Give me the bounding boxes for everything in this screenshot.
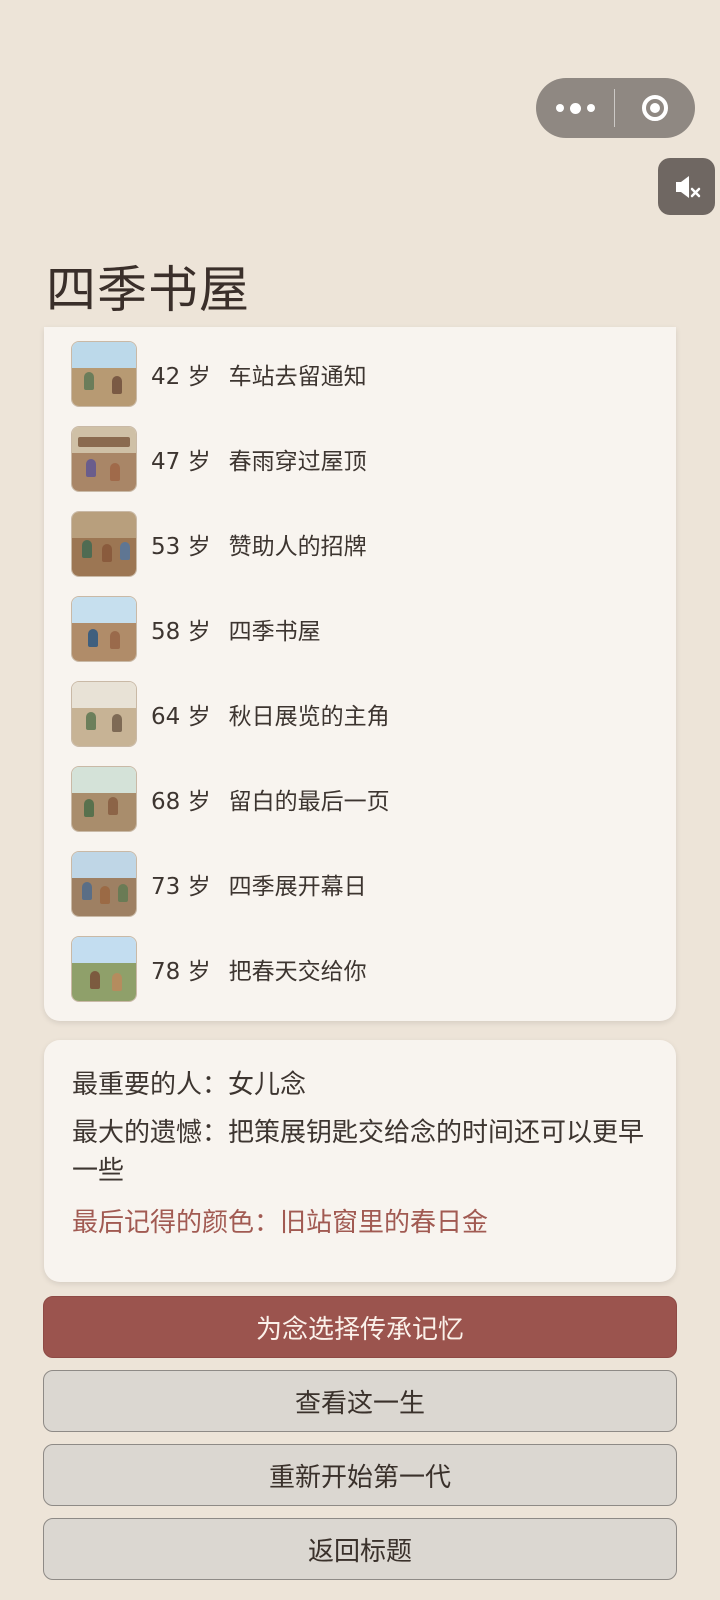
life-summary-card: 最重要的人：女儿念 最大的遗憾：把策展钥匙交给念的时间还可以更早一些 最后记得的… bbox=[44, 1040, 676, 1282]
timeline-item[interactable]: 73 岁四季展开幕日 bbox=[44, 841, 676, 926]
memory-thumbnail bbox=[71, 510, 137, 577]
memory-thumbnail bbox=[71, 595, 137, 662]
target-circle-icon[interactable] bbox=[615, 78, 695, 138]
age-unit: 岁 bbox=[187, 958, 211, 985]
event-title: 秋日展览的主角 bbox=[228, 703, 390, 730]
view-life-button[interactable]: 查看这一生 bbox=[43, 1370, 677, 1432]
restart-generation-button[interactable]: 重新开始第一代 bbox=[43, 1444, 677, 1506]
age-value: 58 bbox=[151, 618, 181, 645]
age-unit: 岁 bbox=[187, 788, 211, 815]
age-value: 78 bbox=[151, 958, 181, 985]
age-value: 64 bbox=[151, 703, 181, 730]
more-dots-icon[interactable] bbox=[536, 78, 614, 138]
event-title: 四季书屋 bbox=[228, 618, 321, 645]
age-unit: 岁 bbox=[187, 873, 211, 900]
age-value: 42 bbox=[151, 363, 181, 390]
memory-thumbnail bbox=[71, 340, 137, 407]
event-title: 赞助人的招牌 bbox=[228, 533, 367, 560]
speaker-muted-icon[interactable] bbox=[658, 158, 715, 215]
age-unit: 岁 bbox=[187, 448, 211, 475]
event-title: 四季展开幕日 bbox=[228, 873, 367, 900]
timeline-item[interactable]: 64 岁秋日展览的主角 bbox=[44, 671, 676, 756]
timeline-item[interactable]: 42 岁车站去留通知 bbox=[44, 331, 676, 416]
memory-thumbnail bbox=[71, 425, 137, 492]
timeline-item[interactable]: 58 岁四季书屋 bbox=[44, 586, 676, 671]
age-unit: 岁 bbox=[187, 703, 211, 730]
life-timeline: 42 岁车站去留通知 47 岁春雨穿过屋顶 53 岁赞助人的招牌 58 岁四季书… bbox=[44, 327, 676, 1021]
event-title: 车站去留通知 bbox=[228, 363, 367, 390]
timeline-item[interactable]: 68 岁留白的最后一页 bbox=[44, 756, 676, 841]
timeline-item[interactable]: 47 岁春雨穿过屋顶 bbox=[44, 416, 676, 501]
age-unit: 岁 bbox=[187, 363, 211, 390]
page-title: 四季书屋 bbox=[46, 261, 250, 319]
age-value: 47 bbox=[151, 448, 181, 475]
event-title: 把春天交给你 bbox=[228, 958, 367, 985]
memory-thumbnail bbox=[71, 680, 137, 747]
timeline-item[interactable]: 53 岁赞助人的招牌 bbox=[44, 501, 676, 586]
memory-thumbnail bbox=[71, 850, 137, 917]
age-value: 73 bbox=[151, 873, 181, 900]
important-person: 最重要的人：女儿念 bbox=[72, 1070, 307, 1100]
last-color: 最后记得的颜色：旧站窗里的春日金 bbox=[72, 1208, 489, 1238]
biggest-regret: 最大的遗憾：把策展钥匙交给念的时间还可以更早一些 bbox=[72, 1118, 645, 1186]
back-to-title-button[interactable]: 返回标题 bbox=[43, 1518, 677, 1580]
age-unit: 岁 bbox=[187, 533, 211, 560]
memory-thumbnail bbox=[71, 935, 137, 1002]
pass-memory-button[interactable]: 为念选择传承记忆 bbox=[43, 1296, 677, 1358]
age-value: 68 bbox=[151, 788, 181, 815]
mini-program-capsule bbox=[536, 78, 695, 138]
age-value: 53 bbox=[151, 533, 181, 560]
memory-thumbnail bbox=[71, 765, 137, 832]
event-title: 留白的最后一页 bbox=[228, 788, 390, 815]
age-unit: 岁 bbox=[187, 618, 211, 645]
timeline-item[interactable]: 78 岁把春天交给你 bbox=[44, 926, 676, 1011]
event-title: 春雨穿过屋顶 bbox=[228, 448, 367, 475]
